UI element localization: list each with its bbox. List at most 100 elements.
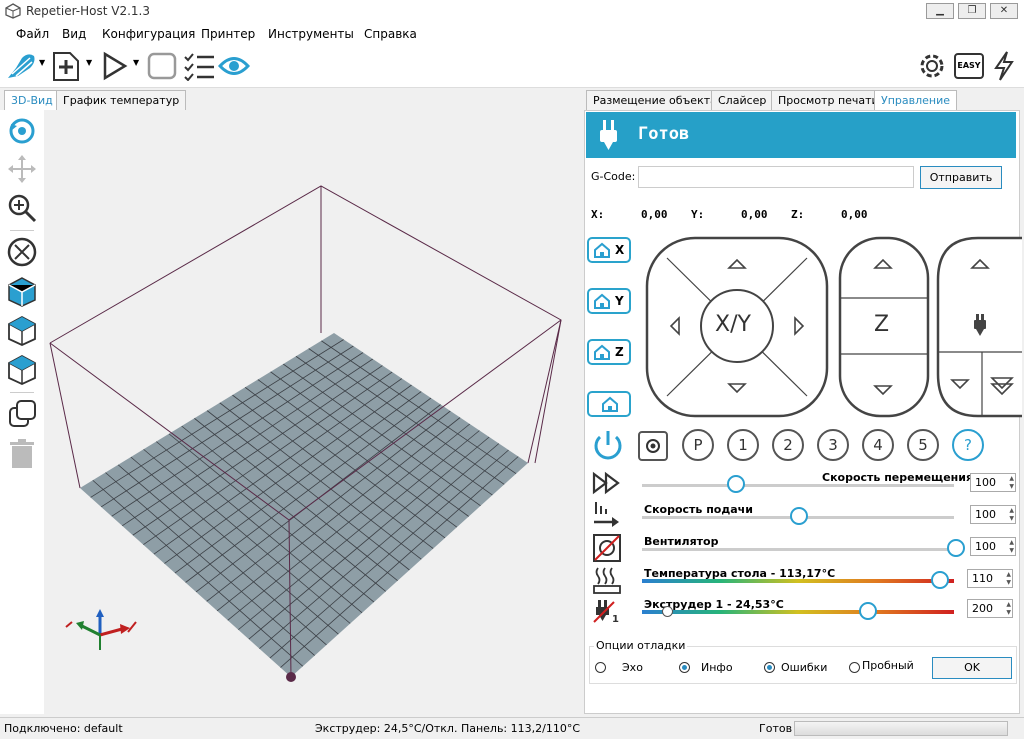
extruder-temp-thumb[interactable]: [859, 602, 878, 620]
bed-temp-track[interactable]: [642, 579, 954, 583]
trash-icon[interactable]: [8, 438, 36, 470]
job-list-icon[interactable]: [182, 51, 216, 81]
gcode-input[interactable]: [638, 166, 914, 188]
app-logo-icon: [5, 3, 21, 19]
menu-printer[interactable]: Принтер: [201, 27, 255, 41]
heated-bed-icon: [593, 567, 621, 594]
extruder-heater-icon: 1: [593, 600, 619, 625]
load-file-icon[interactable]: [50, 50, 84, 82]
home-icon: [594, 242, 610, 258]
ok-button[interactable]: OK: [932, 657, 1012, 679]
z-label: Z:: [791, 208, 805, 221]
preset-2-button[interactable]: 2: [772, 429, 804, 461]
preset-1-button[interactable]: 1: [727, 429, 759, 461]
move-speed-icon: [592, 471, 620, 495]
menu-tools[interactable]: Инструменты: [268, 27, 354, 41]
stop-icon[interactable]: [146, 51, 178, 81]
dry-run-radio[interactable]: [849, 662, 860, 673]
echo-label: Эхо: [622, 661, 643, 674]
move-speed-label: Скорость перемещения: [822, 471, 974, 484]
menu-config[interactable]: Конфигурация: [102, 27, 195, 41]
move-view-icon[interactable]: [7, 154, 37, 184]
title-bar: Repetier-Host V2.1.3 ▁ ❐ ✕: [0, 0, 1024, 22]
info-radio[interactable]: [679, 662, 690, 673]
close-button[interactable]: ✕: [990, 3, 1018, 19]
menu-help[interactable]: Справка: [364, 27, 417, 41]
tab-object-placement[interactable]: Размещение объекта: [586, 90, 724, 110]
power-icon[interactable]: [590, 428, 626, 464]
tab-print-preview[interactable]: Просмотр печати: [771, 90, 886, 110]
tab-control[interactable]: Управление: [874, 90, 958, 110]
debug-options-title: Опции отладки: [594, 639, 688, 652]
home-z-button[interactable]: Z: [587, 339, 631, 365]
connect-dropdown-icon[interactable]: ▼: [39, 58, 45, 67]
extruder-jog-pad[interactable]: [936, 236, 1022, 418]
move-speed-input[interactable]: 100 ▲ ▼: [970, 473, 1016, 492]
fan-input[interactable]: 100 ▲ ▼: [970, 537, 1016, 556]
minimize-button[interactable]: ▁: [926, 3, 954, 19]
preset-p-button[interactable]: P: [682, 429, 714, 461]
x-value: 0,00: [641, 208, 668, 221]
home-y-button[interactable]: Y: [587, 288, 631, 314]
preset-park-button[interactable]: [638, 431, 668, 461]
run-dropdown-icon[interactable]: ▼: [133, 58, 139, 67]
move-speed-track[interactable]: [642, 484, 954, 487]
echo-radio[interactable]: [595, 662, 606, 673]
preset-3-button[interactable]: 3: [817, 429, 849, 461]
preset-4-button[interactable]: 4: [862, 429, 894, 461]
home-all-button[interactable]: [587, 391, 631, 417]
home-icon: [602, 396, 618, 412]
info-label: Инфо: [701, 661, 733, 674]
divider: [10, 230, 34, 231]
target-icon: [646, 439, 660, 453]
rotate-view-icon[interactable]: [7, 116, 37, 146]
fan-track[interactable]: [642, 548, 954, 551]
z-value: 0,00: [841, 208, 868, 221]
extruder-temp-track[interactable]: [642, 610, 954, 614]
menu-view[interactable]: Вид: [62, 27, 86, 41]
printer-bed-scene[interactable]: [44, 110, 577, 714]
home-x-label: X: [615, 243, 625, 257]
gcode-label: G-Code:: [591, 170, 636, 183]
status-text: Готов: [638, 124, 690, 144]
3d-viewport[interactable]: [44, 110, 577, 714]
view-tools-strip: [0, 110, 44, 714]
zoom-view-icon[interactable]: [7, 193, 37, 223]
preset-5-button[interactable]: 5: [907, 429, 939, 461]
load-dropdown-icon[interactable]: ▼: [86, 58, 92, 67]
front-view-icon[interactable]: [7, 315, 37, 347]
fan-icon: [593, 534, 621, 562]
origin-marker: [286, 672, 296, 682]
z-label: Z: [874, 312, 890, 337]
send-gcode-button[interactable]: Отправить: [920, 166, 1002, 189]
run-job-icon[interactable]: [100, 51, 130, 81]
feed-speed-thumb[interactable]: [790, 507, 808, 525]
iso-view-icon[interactable]: [7, 276, 37, 308]
lightning-icon[interactable]: [990, 50, 1018, 82]
temperature-status: Экструдер: 24,5°C/Откл. Панель: 113,2/11…: [315, 722, 581, 735]
y-label: Y:: [691, 208, 705, 221]
errors-radio[interactable]: [764, 662, 775, 673]
easy-mode-button[interactable]: EASY: [954, 53, 984, 79]
tab-slicer[interactable]: Слайсер: [711, 90, 774, 110]
fan-thumb[interactable]: [947, 539, 965, 557]
tab-temp-graph[interactable]: График температур: [56, 90, 187, 110]
maximize-button[interactable]: ❐: [958, 3, 986, 19]
home-y-label: Y: [615, 294, 624, 308]
connect-plug-icon[interactable]: [4, 50, 38, 82]
settings-gear-icon[interactable]: [916, 50, 948, 82]
help-button[interactable]: ?: [952, 429, 984, 461]
feed-speed-input[interactable]: 100 ▲ ▼: [970, 505, 1016, 524]
bed-temp-input[interactable]: 110 ▲ ▼: [967, 569, 1013, 588]
xy-label: X/Y: [715, 312, 751, 337]
tab-3d-view[interactable]: 3D-Вид: [4, 90, 60, 110]
fit-view-icon[interactable]: [7, 237, 37, 267]
extruder-temp-input[interactable]: 200 ▲ ▼: [967, 599, 1013, 618]
preview-eye-icon[interactable]: [218, 53, 250, 79]
menu-file[interactable]: Файл: [16, 27, 49, 41]
state-status: Готов: [759, 722, 793, 735]
top-view-icon[interactable]: [7, 354, 37, 386]
copy-objects-icon[interactable]: [7, 398, 37, 430]
divider: [10, 392, 34, 393]
home-x-button[interactable]: X: [587, 237, 631, 263]
